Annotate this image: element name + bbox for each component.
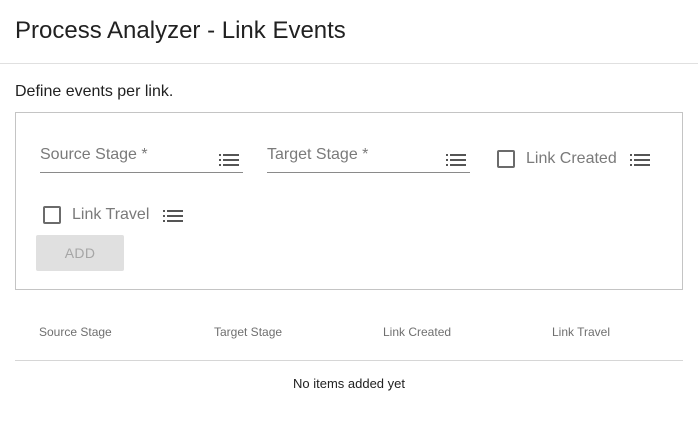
add-button[interactable]: ADD [36,235,124,271]
column-header-link-created: Link Created [383,325,452,339]
table-header: Source Stage Target Stage Link Created L… [15,318,683,361]
column-header-link-travel: Link Travel [552,325,611,339]
form-description: Define events per link. [15,83,174,100]
source-stage-placeholder: Source Stage * [40,146,148,163]
link-travel-list-icon[interactable] [163,209,183,223]
target-stage-placeholder: Target Stage * [267,146,369,163]
target-stage-field[interactable]: Target Stage * [267,143,470,173]
source-stage-field[interactable]: Source Stage * [40,143,243,173]
link-created-list-icon[interactable] [630,153,650,167]
link-travel-checkbox[interactable] [43,206,61,224]
column-header-source-stage: Source Stage [39,325,112,339]
link-created-checkbox[interactable] [497,150,515,168]
link-created-label: Link Created [526,150,617,167]
page-header: Process Analyzer - Link Events [0,0,698,64]
source-stage-list-icon[interactable] [219,153,239,167]
link-event-form: Source Stage * Target Stage * Link Creat… [15,112,683,290]
link-created-checkbox-group[interactable]: Link Created [497,149,657,171]
target-stage-list-icon[interactable] [446,153,466,167]
empty-table-message: No items added yet [292,376,405,391]
column-header-target-stage: Target Stage [214,325,283,339]
link-travel-label: Link Travel [72,206,150,223]
link-travel-checkbox-group[interactable]: Link Travel [43,205,193,227]
page-title: Process Analyzer - Link Events [15,17,346,44]
